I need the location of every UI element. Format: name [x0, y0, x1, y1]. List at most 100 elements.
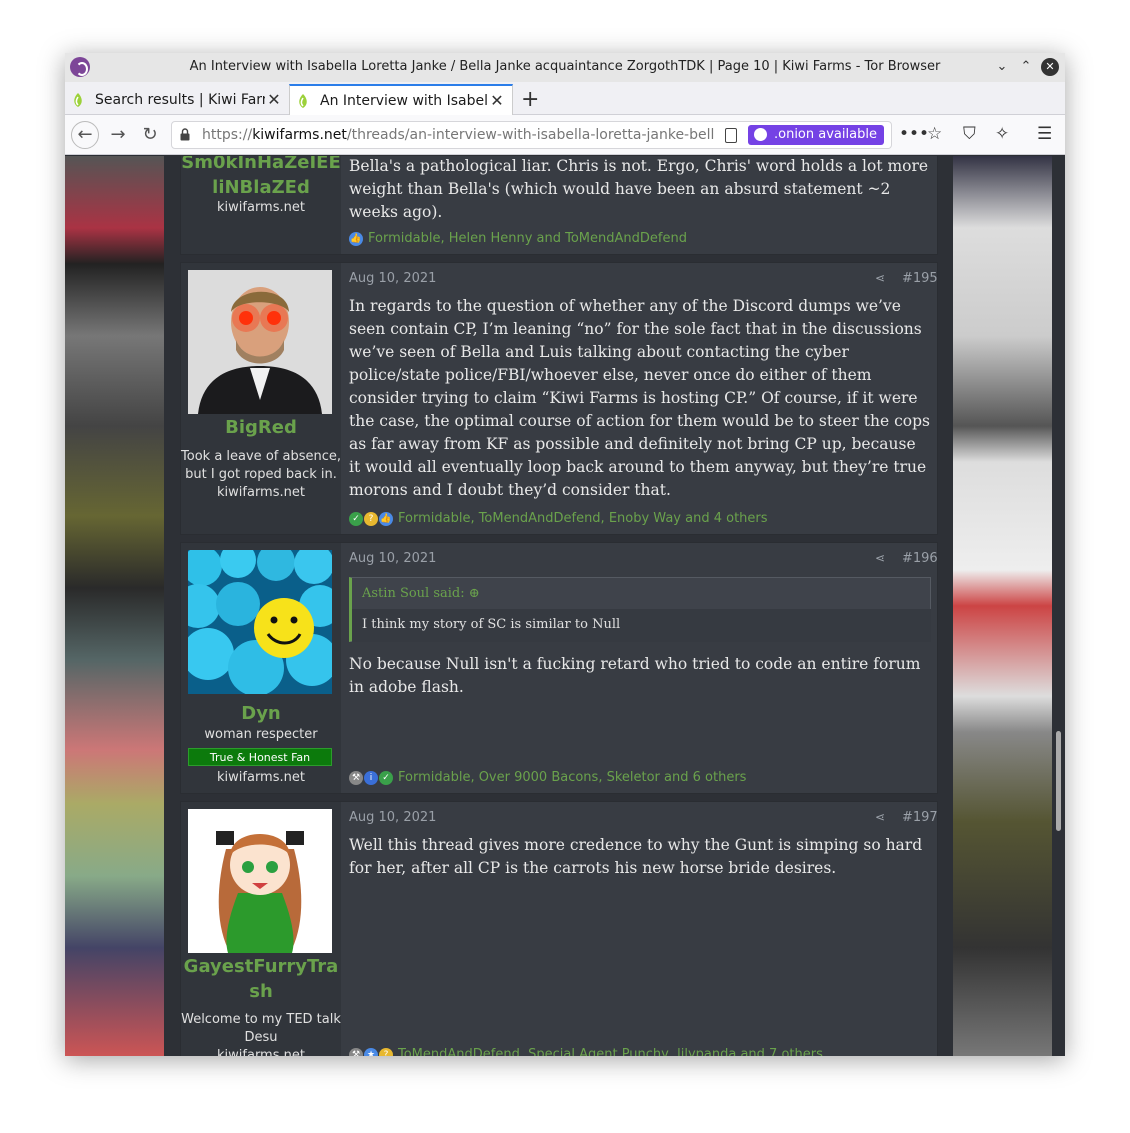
informative-reaction-icon: i [364, 770, 378, 785]
user-title-line: Desu [244, 1030, 278, 1045]
user-site: kiwifarms.net [217, 770, 305, 785]
user-avatar[interactable] [188, 809, 332, 953]
like-reaction-icon: 👍 [349, 231, 363, 246]
post-date[interactable]: Aug 10, 2021 [349, 551, 436, 566]
reactions-list[interactable]: Formidable, ToMendAndDefend, Enoby Way a… [398, 511, 768, 526]
wrench-reaction-icon: ⚒ [349, 770, 363, 785]
forum-post: Dyn woman respecter True & Honest Fan ki… [180, 542, 938, 794]
user-avatar[interactable] [188, 550, 332, 694]
lock-icon[interactable] [180, 128, 190, 141]
user-avatar[interactable] [188, 270, 332, 414]
post-reactions[interactable]: ⚒ ★ ? ToMendAndDefend, Special Agent Pun… [349, 1047, 823, 1056]
username[interactable]: BigRed [181, 415, 341, 440]
forward-arrow-icon[interactable]: → [105, 122, 131, 148]
onion-available-button[interactable]: .onion available [748, 125, 884, 145]
thinking-reaction-icon: ? [379, 1047, 393, 1056]
kiwi-favicon-icon [299, 93, 307, 108]
user-title-line: Welcome to my TED talk [181, 1012, 341, 1027]
url-bar[interactable]: https://kiwifarms.net/threads/an-intervi… [171, 121, 892, 149]
reload-icon[interactable]: ↻ [137, 122, 163, 148]
forum-post: BigRed Took a leave of absence, but I go… [180, 262, 938, 535]
post-reactions[interactable]: 👍 Formidable, Helen Henny and ToMendAndD… [349, 231, 687, 246]
background-comic-art-left [65, 156, 164, 1056]
star-reaction-icon: ★ [364, 1047, 378, 1056]
jump-to-quote-icon[interactable]: ⊕ [469, 586, 480, 601]
post-body: In regards to the question of whether an… [349, 297, 930, 499]
tab-interview[interactable]: An Interview with Isabella Lo ✕ [289, 84, 513, 115]
reader-view-icon[interactable] [725, 128, 737, 143]
maximize-chevron-icon[interactable]: ⌃ [1017, 58, 1035, 76]
tab-search-results[interactable]: Search results | Kiwi Farms ✕ [65, 84, 289, 115]
post-number[interactable]: #195 [902, 271, 938, 286]
username-line: sh [249, 981, 273, 1002]
post-body: Well this thread gives more credence to … [349, 836, 923, 877]
quote-author[interactable]: Astin Soul said: ⊕ [362, 586, 480, 601]
user-site: kiwifarms.net [217, 485, 305, 500]
more-actions-icon[interactable]: ••• [899, 124, 929, 144]
background-comic-art-right [953, 156, 1052, 1056]
close-window-icon[interactable]: ✕ [1041, 58, 1059, 76]
forum-post: Sm0kInHaZeIEE liNBlaZEd kiwifarms.net Bel… [180, 156, 938, 255]
user-title: woman respecter [204, 727, 318, 742]
username-line: GayestFurryTra [183, 956, 339, 977]
tab-strip: Search results | Kiwi Farms ✕ An Intervi… [65, 82, 1065, 115]
post-reactions[interactable]: ⚒ i ✓ Formidable, Over 9000 Bacons, Skel… [349, 770, 746, 785]
post-body: Bella's a pathological liar. Chris is no… [349, 157, 929, 221]
user-banner: True & Honest Fan [188, 748, 332, 766]
username[interactable]: Sm0kInHaZeIEE liNBlaZEd [181, 156, 341, 200]
title-bar: An Interview with Isabella Loretta Janke… [65, 53, 1065, 82]
post-date[interactable]: Aug 10, 2021 [349, 271, 436, 286]
username[interactable]: GayestFurryTra sh [181, 954, 341, 1004]
hamburger-menu-icon[interactable]: ☰ [1037, 124, 1052, 144]
username-line: liNBlaZEd [212, 177, 310, 198]
url-scheme: https:// [202, 127, 253, 143]
page-scrollbar[interactable] [1052, 156, 1065, 1056]
wrench-reaction-icon: ⚒ [349, 1047, 363, 1056]
post-user-column: BigRed Took a leave of absence, but I go… [181, 263, 341, 534]
tab-close-icon[interactable]: ✕ [488, 91, 506, 110]
bookmark-star-icon[interactable]: ☆ [927, 124, 942, 144]
reactions-list[interactable]: ToMendAndDefend, Special Agent Punchy, l… [398, 1047, 823, 1056]
scrollbar-thumb[interactable] [1056, 731, 1061, 831]
share-icon[interactable]: ⋖ [875, 551, 885, 565]
browser-window: An Interview with Isabella Loretta Janke… [65, 53, 1065, 1056]
reactions-list[interactable]: Formidable, Helen Henny and ToMendAndDef… [368, 231, 687, 246]
page-content: Sm0kInHaZeIEE liNBlaZEd kiwifarms.net Bel… [65, 156, 1065, 1056]
like-reaction-icon: 👍 [379, 511, 393, 526]
back-arrow-icon[interactable]: ← [71, 121, 99, 149]
post-user-column: GayestFurryTra sh Welcome to my TED talk D… [181, 802, 341, 1056]
post-number[interactable]: #196 [902, 551, 938, 566]
thinking-reaction-icon: ? [364, 511, 378, 526]
tab-label: Search results | Kiwi Farms [95, 91, 265, 108]
quote-author-text: Astin Soul said: [362, 586, 465, 601]
url-path: /threads/an-interview-with-isabella-lore… [346, 127, 714, 143]
kiwi-favicon-icon [74, 92, 82, 107]
quote-text: I think my story of SC is similar to Nul… [352, 609, 931, 642]
url-text[interactable]: https://kiwifarms.net/threads/an-intervi… [202, 127, 714, 143]
post-reactions[interactable]: ✓ ? 👍 Formidable, ToMendAndDefend, Enoby… [349, 511, 768, 526]
share-icon[interactable]: ⋖ [875, 271, 885, 285]
post-user-column: Sm0kInHaZeIEE liNBlaZEd kiwifarms.net [181, 156, 341, 254]
username[interactable]: Dyn [181, 701, 341, 726]
share-icon[interactable]: ⋖ [875, 810, 885, 824]
post-number[interactable]: #197 [902, 810, 938, 825]
tab-label: An Interview with Isabella Lo [320, 92, 488, 109]
window-title: An Interview with Isabella Loretta Janke… [189, 59, 941, 74]
navigation-toolbar: ← → ↻ https://kiwifarms.net/threads/an-i… [65, 115, 1065, 155]
check-reaction-icon: ✓ [349, 511, 363, 526]
reactions-list[interactable]: Formidable, Over 9000 Bacons, Skeletor a… [398, 770, 746, 785]
user-title: Welcome to my TED talk Desu [181, 1011, 341, 1047]
check-reaction-icon: ✓ [379, 770, 393, 785]
tab-close-icon[interactable]: ✕ [265, 90, 283, 109]
shield-icon[interactable]: ⛉ [963, 124, 976, 144]
new-identity-broom-icon[interactable]: ✧ [995, 124, 1009, 144]
forum-post: GayestFurryTra sh Welcome to my TED talk D… [180, 801, 938, 1056]
post-date[interactable]: Aug 10, 2021 [349, 810, 436, 825]
post-user-column: Dyn woman respecter True & Honest Fan ki… [181, 543, 341, 793]
minimize-chevron-icon[interactable]: ⌄ [993, 58, 1011, 76]
url-host: kiwifarms.net [252, 127, 347, 143]
post-body: No because Null isn't a fucking retard w… [349, 655, 921, 696]
user-site: kiwifarms.net [217, 200, 305, 215]
user-site: kiwifarms.net [217, 1048, 305, 1056]
new-tab-plus-icon[interactable]: + [521, 87, 539, 112]
